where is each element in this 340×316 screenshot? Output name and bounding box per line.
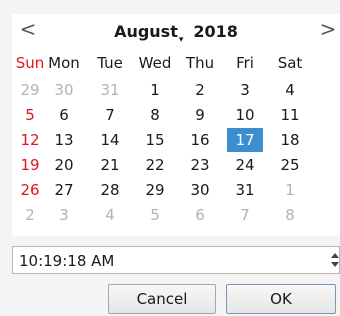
weekday-label: Sat [277, 54, 303, 72]
ok-button[interactable]: OK [226, 284, 336, 314]
spin-down-icon[interactable] [331, 262, 339, 267]
day-cell[interactable]: 3 [227, 78, 263, 102]
day-cell[interactable]: 30 [46, 78, 82, 102]
cancel-button[interactable]: Cancel [108, 284, 216, 314]
day-cell[interactable]: 5 [137, 203, 173, 227]
day-cell[interactable]: 29 [137, 178, 173, 202]
day-cell[interactable]: 3 [46, 203, 82, 227]
day-cell[interactable]: 6 [46, 103, 82, 127]
day-cell[interactable]: 9 [182, 103, 218, 127]
day-cell[interactable]: 7 [227, 203, 263, 227]
month-label: August [114, 22, 178, 41]
selected-day-cell[interactable]: 17 [227, 128, 263, 152]
day-cell[interactable]: 15 [137, 128, 173, 152]
spin-up-icon[interactable] [331, 253, 339, 258]
weekday-label: Mon [48, 54, 80, 72]
day-cell[interactable]: 10 [227, 103, 263, 127]
day-cell[interactable]: 13 [46, 128, 82, 152]
day-cell[interactable]: 21 [92, 153, 128, 177]
day-cell[interactable]: 31 [92, 78, 128, 102]
time-spinner[interactable] [329, 247, 339, 273]
day-cell[interactable]: 4 [272, 78, 308, 102]
month-selector[interactable]: August▾ [114, 22, 183, 45]
day-cell[interactable]: 29 [12, 78, 48, 102]
day-cell[interactable]: 8 [137, 103, 173, 127]
day-cell[interactable]: 24 [227, 153, 263, 177]
weekday-header-row: Sun Mon Tue Wed Thu Fri Sat [12, 54, 340, 76]
date-picker-calendar: < August▾ 2018 > Sun Mon Tue Wed Thu Fri … [12, 14, 340, 236]
day-cell[interactable]: 1 [137, 78, 173, 102]
day-cell[interactable]: 25 [272, 153, 308, 177]
day-cell[interactable]: 2 [182, 78, 218, 102]
caret-down-icon: ▾ [178, 35, 184, 45]
day-cell[interactable]: 6 [182, 203, 218, 227]
day-cell[interactable]: 5 [12, 103, 48, 127]
weekday-label: Fri [236, 54, 254, 72]
weekday-label: Tue [97, 54, 123, 72]
day-cell[interactable]: 28 [92, 178, 128, 202]
year-selector[interactable]: 2018 [193, 22, 238, 41]
day-cell[interactable]: 8 [272, 203, 308, 227]
day-cell[interactable]: 7 [92, 103, 128, 127]
weekday-label: Sun [15, 54, 45, 72]
time-input[interactable]: 10:19:18 AM [12, 246, 340, 274]
day-cell[interactable]: 22 [137, 153, 173, 177]
weekday-label: Wed [138, 54, 172, 72]
day-cell[interactable]: 20 [46, 153, 82, 177]
day-cell[interactable]: 1 [272, 178, 308, 202]
day-cell[interactable]: 18 [272, 128, 308, 152]
month-year-header: August▾ 2018 [12, 22, 340, 45]
time-value: 10:19:18 AM [19, 252, 115, 270]
day-cell[interactable]: 31 [227, 178, 263, 202]
day-cell[interactable]: 19 [12, 153, 48, 177]
day-cell[interactable]: 14 [92, 128, 128, 152]
day-cell[interactable]: 12 [12, 128, 48, 152]
day-cell[interactable]: 16 [182, 128, 218, 152]
chevron-right-icon[interactable]: > [316, 16, 340, 42]
day-cell[interactable]: 4 [92, 203, 128, 227]
day-cell[interactable]: 26 [12, 178, 48, 202]
day-cell[interactable]: 27 [46, 178, 82, 202]
day-cell[interactable]: 2 [12, 203, 48, 227]
day-cell[interactable]: 30 [182, 178, 218, 202]
day-cell[interactable]: 23 [182, 153, 218, 177]
weekday-label: Thu [185, 54, 215, 72]
day-cell[interactable]: 11 [272, 103, 308, 127]
